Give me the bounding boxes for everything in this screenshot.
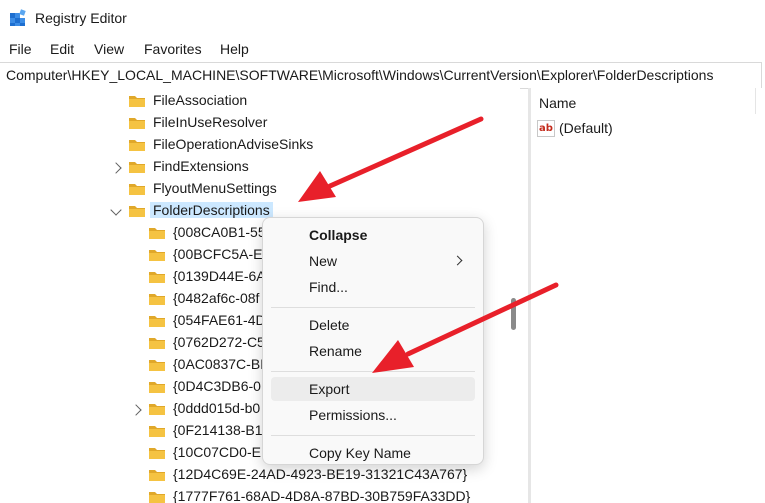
menu-item-permissions[interactable]: Permissions... xyxy=(271,403,475,427)
folder-icon xyxy=(148,402,166,416)
folder-icon xyxy=(128,138,146,152)
menu-help[interactable]: Help xyxy=(220,41,249,57)
menu-item-label: Rename xyxy=(309,343,362,359)
tree-item-label: FileInUseResolver xyxy=(153,114,268,130)
menu-item-label: Permissions... xyxy=(309,407,397,423)
chevron-right-icon xyxy=(452,255,463,266)
menu-separator xyxy=(271,435,475,436)
menu-edit[interactable]: Edit xyxy=(50,41,74,57)
folder-icon xyxy=(148,380,166,394)
folder-icon xyxy=(148,248,166,262)
menu-item-find[interactable]: Find... xyxy=(271,275,475,299)
tree-item[interactable]: {1777F761-68AD-4D8A-87BD-30B759FA33DD} xyxy=(0,486,508,503)
menu-favorites[interactable]: Favorites xyxy=(144,41,202,57)
tree-item-label: {1777F761-68AD-4D8A-87BD-30B759FA33DD} xyxy=(173,488,471,503)
folder-icon xyxy=(128,94,146,108)
tree-item-label: {0ddd015d-b0 xyxy=(173,400,261,416)
tree-item-label: FindExtensions xyxy=(153,158,249,174)
menu-item-label: Delete xyxy=(309,317,350,333)
folder-icon xyxy=(148,358,166,372)
tree-item-label: {008CA0B1-55 xyxy=(173,224,266,240)
value-name: (Default) xyxy=(559,120,613,136)
scrollbar-thumb[interactable] xyxy=(511,298,516,330)
window-title: Registry Editor xyxy=(35,10,127,26)
folder-icon xyxy=(148,490,166,503)
values-pane[interactable]: Name ab (Default) xyxy=(531,88,765,503)
menu-separator xyxy=(271,307,475,308)
menu-item-rename[interactable]: Rename xyxy=(271,339,475,363)
menu-item-label: Export xyxy=(309,381,350,397)
folder-icon xyxy=(148,314,166,328)
title-bar: Registry Editor xyxy=(0,0,765,38)
tree-item[interactable]: FileInUseResolver xyxy=(0,112,508,134)
value-row-default[interactable]: ab (Default) xyxy=(537,118,613,138)
tree-item-label: {054FAE61-4D xyxy=(173,312,266,328)
context-menu: Collapse New Find... Delete Rename Export Perm… xyxy=(262,217,484,465)
folder-icon xyxy=(148,424,166,438)
tree-item[interactable]: FlyoutMenuSettings xyxy=(0,178,508,200)
tree-item-label: FolderDescriptions xyxy=(150,202,273,218)
tree-item[interactable]: {12D4C69E-24AD-4923-BE19-31321C43A767} xyxy=(0,464,508,486)
menu-item-delete[interactable]: Delete xyxy=(271,313,475,337)
address-path[interactable]: Computer\HKEY_LOCAL_MACHINE\SOFTWARE\Mic… xyxy=(6,67,713,83)
column-header-name[interactable]: Name xyxy=(539,95,576,111)
menu-separator xyxy=(271,371,475,372)
folder-icon xyxy=(148,226,166,240)
tree-item-label: FileAssociation xyxy=(153,92,248,108)
folder-icon xyxy=(148,468,166,482)
folder-icon xyxy=(128,204,146,218)
tree-item-label: FlyoutMenuSettings xyxy=(153,180,277,196)
tree-item-label: {0762D272-C5 xyxy=(173,334,265,350)
folder-icon xyxy=(148,292,166,306)
menu-item-collapse[interactable]: Collapse xyxy=(271,223,475,247)
menu-item-label: Collapse xyxy=(309,227,368,243)
tree-item-label: {0139D44E-6A xyxy=(173,268,266,284)
folder-icon xyxy=(128,182,146,196)
tree-item-label: {0D4C3DB6-0 xyxy=(173,378,261,394)
folder-icon xyxy=(128,160,146,174)
menu-view[interactable]: View xyxy=(94,41,124,57)
tree-item-label: {10C07CD0-EI xyxy=(173,444,265,460)
address-bar[interactable]: Computer\HKEY_LOCAL_MACHINE\SOFTWARE\Mic… xyxy=(0,62,762,89)
tree-scrollbar[interactable] xyxy=(508,88,520,503)
chevron-down-icon[interactable] xyxy=(110,204,122,216)
menu-item-export[interactable]: Export xyxy=(271,377,475,401)
tree-item-label: FileOperationAdviseSinks xyxy=(153,136,314,152)
tree-item[interactable]: FileOperationAdviseSinks xyxy=(0,134,508,156)
chevron-right-icon[interactable] xyxy=(110,162,122,174)
folder-icon xyxy=(128,116,146,130)
tree-item-label: {00BCFC5A-EI xyxy=(173,246,267,262)
folder-icon xyxy=(148,446,166,460)
tree-item-label: {0482af6c-08f xyxy=(173,290,260,306)
ab-string-icon: ab xyxy=(537,119,555,137)
menu-item-label: Find... xyxy=(309,279,348,295)
column-divider[interactable] xyxy=(755,88,756,114)
tree-item[interactable]: FileAssociation xyxy=(0,90,508,112)
chevron-right-icon[interactable] xyxy=(130,404,142,416)
folder-icon xyxy=(148,336,166,350)
menu-bar: File Edit View Favorites Help xyxy=(0,38,765,62)
menu-item-label: Copy Key Name xyxy=(309,445,411,461)
tree-item-label: {0AC0837C-BI xyxy=(173,356,265,372)
menu-file[interactable]: File xyxy=(9,41,32,57)
menu-item-copy-key-name[interactable]: Copy Key Name xyxy=(271,441,475,465)
tree-item-label: {0F214138-B1 xyxy=(173,422,263,438)
tree-item-label: {12D4C69E-24AD-4923-BE19-31321C43A767} xyxy=(173,466,468,482)
menu-item-label: New xyxy=(309,253,338,269)
registry-editor-icon xyxy=(10,9,26,26)
menu-item-new[interactable]: New xyxy=(271,249,475,273)
tree-item[interactable]: FindExtensions xyxy=(0,156,508,178)
folder-icon xyxy=(148,270,166,284)
